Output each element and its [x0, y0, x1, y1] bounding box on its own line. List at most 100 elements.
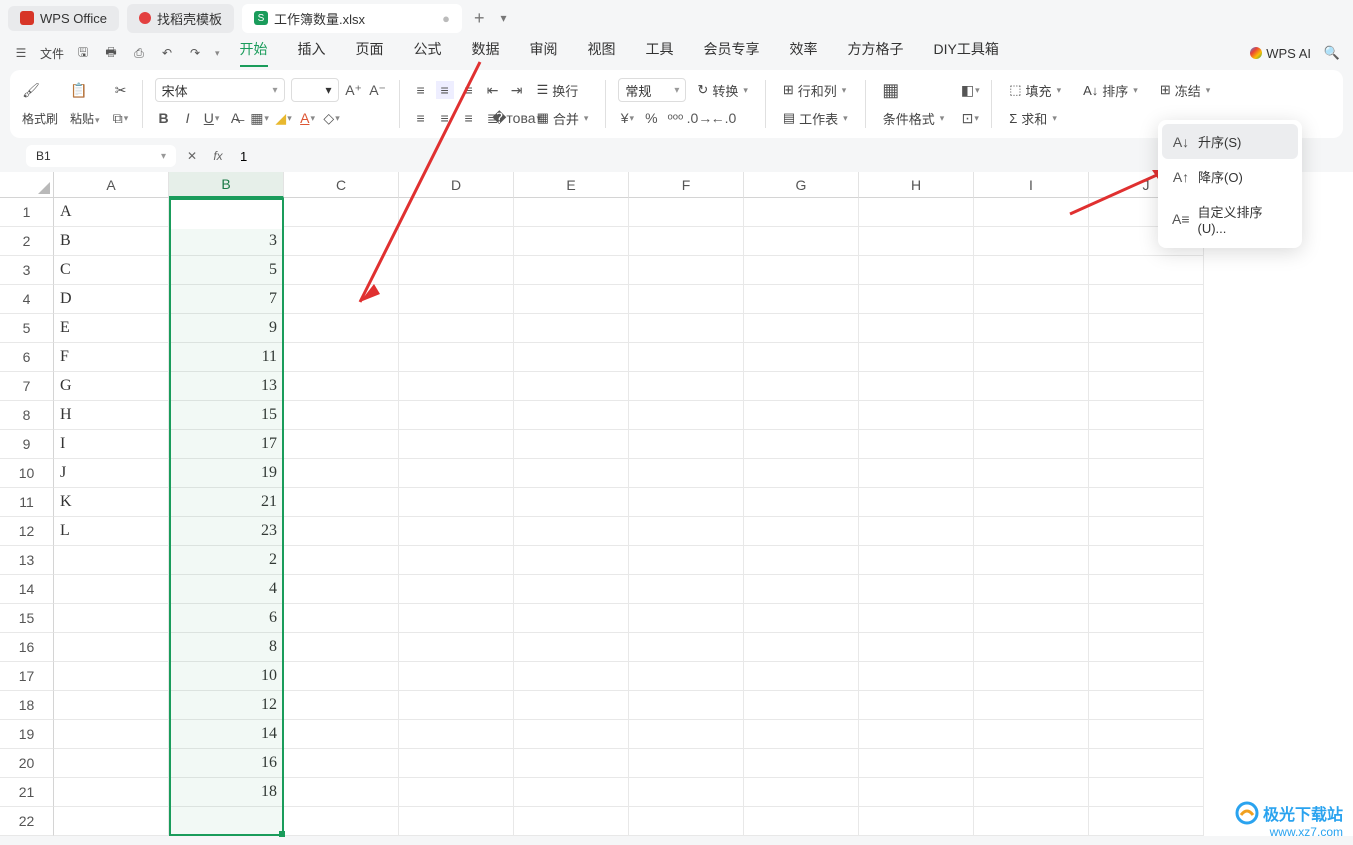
cell-E21[interactable] — [514, 778, 629, 807]
cell-J15[interactable] — [1089, 604, 1204, 633]
clear-format-icon[interactable]: ◇▾ — [323, 109, 341, 127]
print-icon[interactable]: 🖶 — [102, 44, 120, 62]
increase-font-icon[interactable]: A⁺ — [345, 81, 363, 99]
cell-I7[interactable] — [974, 372, 1089, 401]
cell-F17[interactable] — [629, 662, 744, 691]
tab-menu-button[interactable]: ▾ — [496, 11, 510, 25]
cell-E11[interactable] — [514, 488, 629, 517]
bold-icon[interactable]: B — [155, 109, 173, 127]
cell-D4[interactable] — [399, 285, 514, 314]
cell-D22[interactable] — [399, 807, 514, 836]
cell-I14[interactable] — [974, 575, 1089, 604]
cell-B6[interactable]: 11 — [169, 343, 284, 372]
file-menu[interactable]: 文件 — [40, 45, 64, 62]
cell-J14[interactable] — [1089, 575, 1204, 604]
align-center-icon[interactable]: ≡ — [436, 109, 454, 127]
cell-C14[interactable] — [284, 575, 399, 604]
cell-H21[interactable] — [859, 778, 974, 807]
col-header-A[interactable]: A — [54, 172, 169, 198]
cell-B3[interactable]: 5 — [169, 256, 284, 285]
row-header-13[interactable]: 13 — [0, 546, 54, 575]
cell-C18[interactable] — [284, 691, 399, 720]
menu-数据[interactable]: 数据 — [472, 39, 500, 67]
cell-D5[interactable] — [399, 314, 514, 343]
row-header-11[interactable]: 11 — [0, 488, 54, 517]
cell-E6[interactable] — [514, 343, 629, 372]
cell-H19[interactable] — [859, 720, 974, 749]
cell-I17[interactable] — [974, 662, 1089, 691]
cell-J13[interactable] — [1089, 546, 1204, 575]
cell-F4[interactable] — [629, 285, 744, 314]
col-header-C[interactable]: C — [284, 172, 399, 198]
cell-G12[interactable] — [744, 517, 859, 546]
cell-G1[interactable] — [744, 198, 859, 227]
cell-H3[interactable] — [859, 256, 974, 285]
inc-decimal-icon[interactable]: .0→ — [690, 109, 708, 127]
cell-B8[interactable]: 15 — [169, 401, 284, 430]
cell-H10[interactable] — [859, 459, 974, 488]
cell-A12[interactable]: L — [54, 517, 169, 546]
cell-C9[interactable] — [284, 430, 399, 459]
sort-desc-item[interactable]: A↑ 降序(O) — [1162, 159, 1298, 194]
cell-G19[interactable] — [744, 720, 859, 749]
cell-C13[interactable] — [284, 546, 399, 575]
cell-J6[interactable] — [1089, 343, 1204, 372]
cell-I12[interactable] — [974, 517, 1089, 546]
cell-D2[interactable] — [399, 227, 514, 256]
menu-公式[interactable]: 公式 — [414, 39, 442, 67]
cell-H5[interactable] — [859, 314, 974, 343]
cell-H15[interactable] — [859, 604, 974, 633]
cell-C11[interactable] — [284, 488, 399, 517]
cell-E10[interactable] — [514, 459, 629, 488]
cell-I10[interactable] — [974, 459, 1089, 488]
row-header-18[interactable]: 18 — [0, 691, 54, 720]
cell-H11[interactable] — [859, 488, 974, 517]
search-icon[interactable]: 🔍 — [1323, 44, 1341, 62]
name-box[interactable]: B1 ▾ — [26, 145, 176, 167]
cell-F11[interactable] — [629, 488, 744, 517]
cell-D20[interactable] — [399, 749, 514, 778]
cell-F15[interactable] — [629, 604, 744, 633]
cell-H22[interactable] — [859, 807, 974, 836]
cell-A19[interactable] — [54, 720, 169, 749]
cell-B22[interactable] — [169, 807, 284, 836]
cell-J22[interactable] — [1089, 807, 1204, 836]
cell-I19[interactable] — [974, 720, 1089, 749]
cell-B19[interactable]: 14 — [169, 720, 284, 749]
cell-B11[interactable]: 21 — [169, 488, 284, 517]
number-format-select[interactable]: 常规▾ — [618, 78, 686, 102]
cell-D16[interactable] — [399, 633, 514, 662]
cell-C7[interactable] — [284, 372, 399, 401]
col-header-G[interactable]: G — [744, 172, 859, 198]
cell-B14[interactable]: 4 — [169, 575, 284, 604]
cell-F14[interactable] — [629, 575, 744, 604]
sort-button[interactable]: A↓ 排序▾ — [1078, 78, 1143, 103]
fill-button[interactable]: ⬚ 填充▾ — [1004, 78, 1066, 103]
menu-DIY工具箱[interactable]: DIY工具箱 — [934, 39, 999, 67]
dec-decimal-icon[interactable]: ←.0 — [714, 109, 732, 127]
cell-F20[interactable] — [629, 749, 744, 778]
wps-home-tab[interactable]: WPS Office — [8, 6, 119, 31]
cell-G14[interactable] — [744, 575, 859, 604]
cell-A15[interactable] — [54, 604, 169, 633]
row-header-3[interactable]: 3 — [0, 256, 54, 285]
file-tab[interactable]: S 工作簿数量.xlsx ● — [242, 4, 462, 33]
cell-I8[interactable] — [974, 401, 1089, 430]
cell-C6[interactable] — [284, 343, 399, 372]
row-header-12[interactable]: 12 — [0, 517, 54, 546]
cell-E3[interactable] — [514, 256, 629, 285]
cell-C2[interactable] — [284, 227, 399, 256]
cell-C1[interactable] — [284, 198, 399, 227]
cell-F18[interactable] — [629, 691, 744, 720]
cell-D19[interactable] — [399, 720, 514, 749]
worksheet-button[interactable]: ▤ 工作表▾ — [778, 106, 853, 131]
align-right-icon[interactable]: ≡ — [460, 109, 478, 127]
cell-H16[interactable] — [859, 633, 974, 662]
percent-icon[interactable]: % — [642, 109, 660, 127]
row-header-4[interactable]: 4 — [0, 285, 54, 314]
col-header-I[interactable]: I — [974, 172, 1089, 198]
spreadsheet-grid[interactable]: ABCDEFGHIJ 1A12B33C54D75E96F117G138H159I… — [0, 172, 1353, 836]
cell-C10[interactable] — [284, 459, 399, 488]
cell-E13[interactable] — [514, 546, 629, 575]
cell-J11[interactable] — [1089, 488, 1204, 517]
